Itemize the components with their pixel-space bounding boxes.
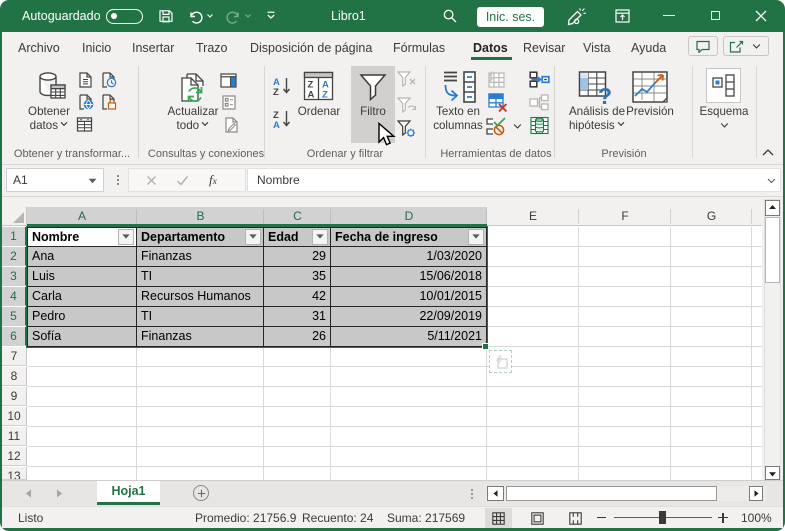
svg-text:A: A	[308, 90, 315, 101]
svg-text:?: ?	[598, 83, 612, 104]
svg-text:Z: Z	[322, 90, 328, 101]
svg-text:Z: Z	[273, 87, 279, 96]
svg-text:A: A	[273, 120, 280, 129]
